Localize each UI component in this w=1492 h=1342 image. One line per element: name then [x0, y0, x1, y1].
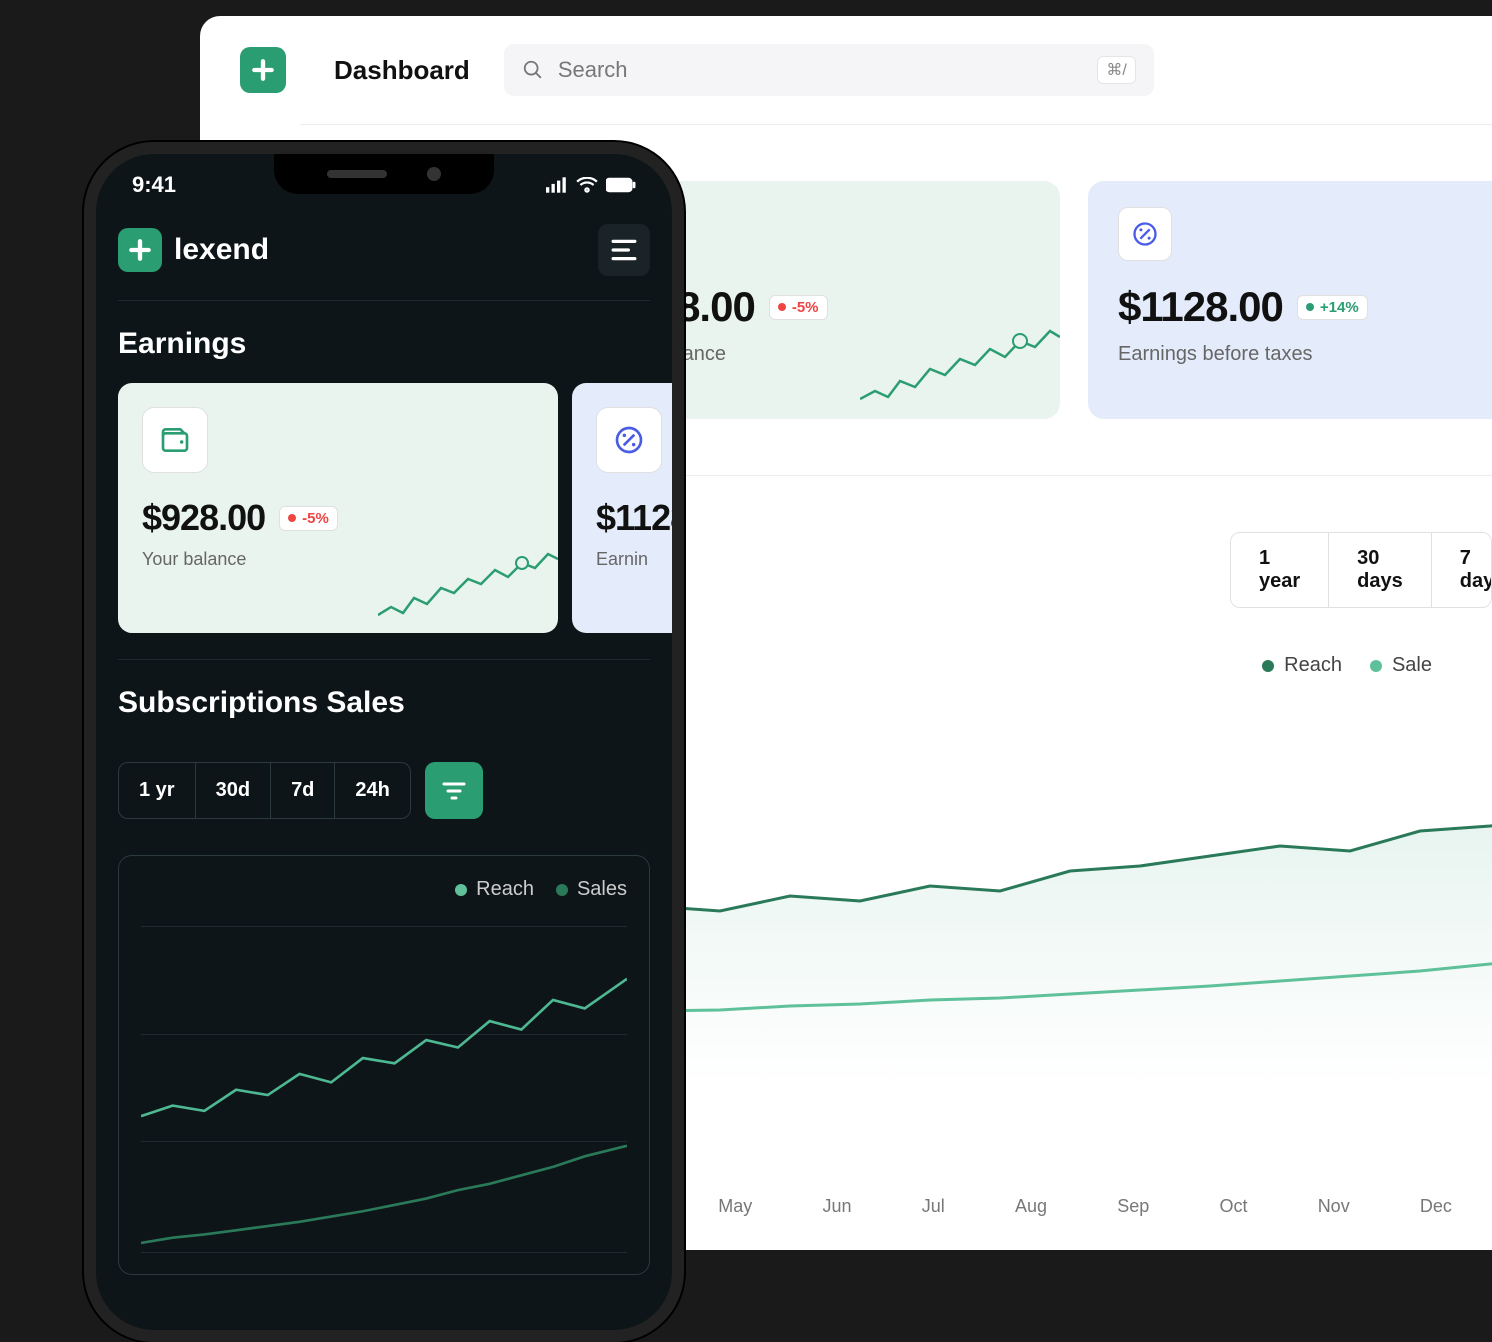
menu-button[interactable]: [598, 224, 650, 276]
mobile-stat-cards: $928.00 -5% Your balance $1128.00 Earnin: [96, 383, 672, 633]
battery-icon: [606, 177, 636, 193]
chart-x-axis: Apr May Jun Jul Aug Sep Oct Nov Dec: [580, 1196, 1492, 1217]
filter-icon: [442, 781, 466, 801]
percent-icon: [1118, 207, 1172, 261]
earnings-label: Earnings before taxes: [1118, 343, 1492, 366]
legend-reach: Reach: [1262, 654, 1342, 677]
page-title: Dashboard: [334, 55, 470, 86]
phone-frame: 9:41 lexend Earnings: [84, 142, 684, 1342]
range-tab-7d[interactable]: 7d: [271, 763, 335, 818]
cellular-icon: [546, 177, 568, 193]
balance-delta-badge: -5%: [769, 295, 828, 320]
mobile-brand[interactable]: lexend: [118, 228, 269, 272]
range-tab-1year[interactable]: 1 year: [1231, 533, 1329, 607]
subscriptions-heading: Subscriptions Sales: [96, 660, 672, 742]
search-placeholder: Search: [558, 57, 628, 83]
x-tick: May: [718, 1196, 752, 1217]
x-tick: Aug: [1015, 1196, 1047, 1217]
earnings-card[interactable]: $1128.00 Earnin: [572, 383, 672, 633]
range-tab-30days[interactable]: 30 days: [1329, 533, 1432, 607]
mobile-chart-lines: [141, 926, 627, 1264]
time-range-tabs: 1 year 30 days 7 days 24 hours: [1230, 532, 1492, 608]
legend-sales: Sales: [556, 878, 627, 901]
range-tab-24h[interactable]: 24h: [335, 763, 409, 818]
range-tab-30d[interactable]: 30d: [196, 763, 271, 818]
search-input[interactable]: Search ⌘/: [504, 44, 1154, 96]
x-tick: Dec: [1420, 1196, 1452, 1217]
x-tick: Jun: [822, 1196, 851, 1217]
x-tick: Nov: [1318, 1196, 1350, 1217]
app-logo[interactable]: [240, 47, 286, 93]
mobile-range-tabs: 1 yr 30d 7d 24h: [118, 762, 411, 819]
brand-name: lexend: [174, 233, 269, 267]
earnings-label: Earnin: [596, 549, 672, 570]
divider: [580, 475, 1492, 476]
wifi-icon: [576, 177, 598, 193]
desktop-topbar: Dashboard Search ⌘/: [200, 16, 1492, 124]
balance-delta-badge: -5%: [279, 506, 338, 531]
range-tab-1yr[interactable]: 1 yr: [119, 763, 196, 818]
earnings-card[interactable]: $1128.00 +14% Earnings before taxes: [1088, 181, 1492, 419]
sparkline: [860, 319, 1060, 419]
app-logo: [118, 228, 162, 272]
legend-sales: Sale: [1370, 654, 1432, 677]
subscriptions-line-chart: [580, 776, 1492, 1086]
search-icon: [522, 59, 544, 81]
x-tick: Sep: [1117, 1196, 1149, 1217]
x-tick: Oct: [1219, 1196, 1247, 1217]
earnings-delta-badge: +14%: [1297, 295, 1368, 320]
mobile-chart-legend: Reach Sales: [141, 878, 627, 901]
filter-button[interactable]: [425, 762, 483, 819]
status-time: 9:41: [132, 172, 176, 198]
mobile-range-row: 1 yr 30d 7d 24h: [118, 762, 650, 819]
percent-icon: [596, 407, 662, 473]
legend-reach: Reach: [455, 878, 534, 901]
balance-amount: $928.00: [142, 497, 265, 539]
menu-icon: [611, 239, 637, 261]
search-shortcut-hint: ⌘/: [1097, 56, 1135, 84]
mobile-mockup: 9:41 lexend Earnings: [84, 142, 684, 1342]
earnings-amount: $1128.00: [596, 497, 672, 539]
mobile-chart: Reach Sales: [118, 855, 650, 1275]
wallet-icon: [142, 407, 208, 473]
earnings-amount: $1128.00: [1118, 283, 1283, 331]
earnings-heading: Earnings: [96, 301, 672, 383]
phone-notch: [274, 154, 494, 194]
range-tab-7days[interactable]: 7 days: [1432, 533, 1492, 607]
x-tick: Jul: [922, 1196, 945, 1217]
balance-card[interactable]: $928.00 -5% Your balance: [118, 383, 558, 633]
sparkline: [378, 543, 558, 633]
mobile-header: lexend: [96, 198, 672, 300]
